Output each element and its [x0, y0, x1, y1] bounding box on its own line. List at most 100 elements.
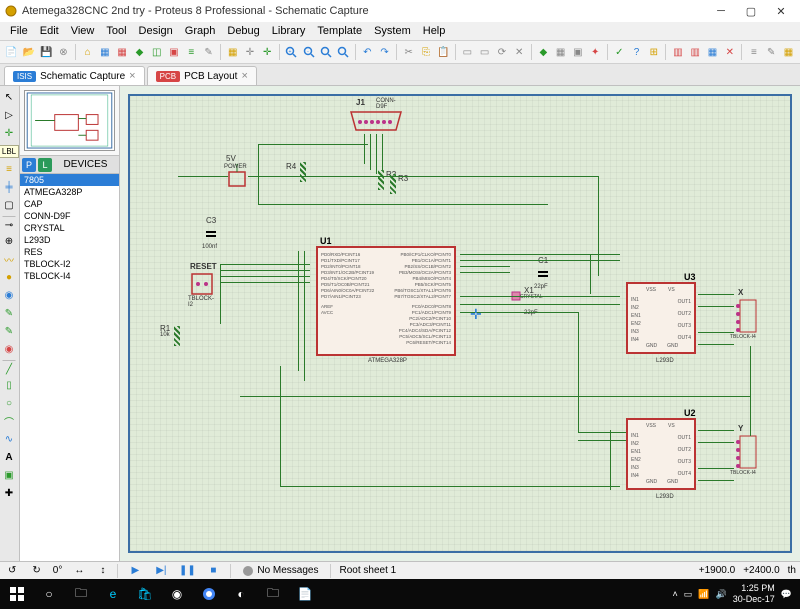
file-explorer-icon[interactable]: 🗀: [66, 581, 96, 607]
tape-icon[interactable]: ●: [2, 270, 16, 284]
device-item[interactable]: L293D: [20, 234, 119, 246]
tool-icon[interactable]: ✎: [201, 43, 216, 61]
tab-pcb-layout[interactable]: PCB PCB Layout ×: [147, 66, 257, 85]
overview-preview[interactable]: [20, 86, 119, 156]
component-c3[interactable]: C3 100nf: [206, 226, 216, 242]
tab-close-icon[interactable]: ×: [129, 70, 135, 82]
rotate-ccw-button[interactable]: ↺: [4, 565, 20, 576]
component-r3[interactable]: R3: [390, 174, 396, 194]
netlist-icon[interactable]: ▦: [781, 43, 796, 61]
design-explorer-icon[interactable]: ▣: [166, 43, 181, 61]
component-r1[interactable]: R1 10k: [174, 326, 180, 346]
block-copy-icon[interactable]: ▭: [460, 43, 475, 61]
device-item[interactable]: 7805: [20, 174, 119, 186]
paste-icon[interactable]: 📋: [436, 43, 451, 61]
battery-icon[interactable]: ▭: [684, 589, 693, 600]
flip-v-button[interactable]: ↕: [96, 565, 109, 576]
rotate-cw-button[interactable]: ↻: [28, 565, 44, 576]
copy-icon[interactable]: ⎘: [418, 43, 433, 61]
junction-mode-icon[interactable]: ✛: [2, 126, 16, 140]
selection-mode-icon[interactable]: ↖: [2, 90, 16, 104]
systray[interactable]: ˄ ▭ 📶 🔊 1:25 PM 30-Dec-17 💬: [667, 583, 798, 605]
menu-library[interactable]: Library: [266, 23, 312, 39]
circle-icon[interactable]: ○: [2, 396, 16, 410]
text-icon[interactable]: A: [2, 450, 16, 464]
tab-close-icon[interactable]: ×: [241, 70, 247, 82]
close-project-icon[interactable]: ⊗: [56, 43, 71, 61]
component-y-terminal[interactable]: Y TBLOCK-I4: [734, 432, 758, 475]
undo-icon[interactable]: ↶: [360, 43, 375, 61]
menu-design[interactable]: Design: [133, 23, 179, 39]
text-script-icon[interactable]: ≡: [2, 162, 16, 176]
instruments-icon[interactable]: ◉: [2, 342, 16, 356]
pause-button[interactable]: ❚❚: [178, 564, 196, 578]
erc-icon[interactable]: ✎: [764, 43, 779, 61]
task-proteus-icon[interactable]: ◉: [162, 581, 192, 607]
decompose-icon[interactable]: ✦: [588, 43, 603, 61]
task-folder-icon[interactable]: 🗀: [258, 581, 288, 607]
device-item[interactable]: CAP: [20, 198, 119, 210]
arc-icon[interactable]: ⌒: [2, 414, 16, 428]
cut-icon[interactable]: ✂: [401, 43, 416, 61]
flip-h-button[interactable]: ↔: [70, 565, 88, 576]
menu-debug[interactable]: Debug: [221, 23, 265, 39]
edge-icon[interactable]: e: [98, 581, 128, 607]
save-icon[interactable]: 💾: [39, 43, 54, 61]
wifi-icon[interactable]: 📶: [698, 589, 709, 600]
volume-icon[interactable]: 🔊: [716, 589, 727, 600]
open-icon[interactable]: 📂: [21, 43, 36, 61]
component-5v[interactable]: 5V POWER: [228, 164, 246, 191]
home-icon[interactable]: ⌂: [80, 43, 95, 61]
component-reset[interactable]: RESET TBLOCK-I2: [190, 272, 214, 299]
generator-icon[interactable]: ◉: [2, 288, 16, 302]
search-icon[interactable]: ?: [629, 43, 644, 61]
menu-view[interactable]: View: [65, 23, 101, 39]
close-button[interactable]: ✕: [766, 1, 796, 21]
cortana-icon[interactable]: ○: [34, 581, 64, 607]
wire-autorouter-icon[interactable]: ✓: [612, 43, 627, 61]
3d-icon[interactable]: ◆: [132, 43, 147, 61]
library-button[interactable]: L: [38, 158, 52, 172]
menu-edit[interactable]: Edit: [34, 23, 65, 39]
component-u2[interactable]: U2 L293D VSSVS IN1IN2EN1EN2IN3IN4 OUT1OU…: [626, 418, 696, 490]
device-item[interactable]: TBLOCK-I4: [20, 270, 119, 282]
device-item[interactable]: CONN-D9F: [20, 210, 119, 222]
zoom-fit-icon[interactable]: [318, 43, 333, 61]
schematic-canvas[interactable]: J1 CONN-D9F 5V POWER R4 R2: [120, 86, 800, 561]
task-word-icon[interactable]: 📄: [290, 581, 320, 607]
block-rotate-icon[interactable]: ⟳: [494, 43, 509, 61]
component-u3[interactable]: U3 L293D VSSVS IN1IN2EN1EN2IN3IN4 OUT1OU…: [626, 282, 696, 354]
make-icon[interactable]: ▦: [553, 43, 568, 61]
schematic-icon[interactable]: ▦: [97, 43, 112, 61]
task-app-icon[interactable]: ◐: [226, 581, 256, 607]
symbol-icon[interactable]: ▣: [2, 468, 16, 482]
zoom-child-icon[interactable]: ▦: [705, 43, 720, 61]
menu-graph[interactable]: Graph: [179, 23, 222, 39]
new-sheet-icon[interactable]: ▥: [670, 43, 685, 61]
minimize-button[interactable]: ─: [706, 1, 736, 21]
task-chrome-icon[interactable]: [194, 581, 224, 607]
device-item[interactable]: TBLOCK-I2: [20, 258, 119, 270]
terminal-icon[interactable]: ⊸: [2, 216, 16, 230]
origin-icon[interactable]: ✛: [242, 43, 257, 61]
clock[interactable]: 1:25 PM 30-Dec-17: [733, 583, 775, 605]
graph-icon[interactable]: 〰: [2, 252, 16, 266]
stop-button[interactable]: ■: [204, 564, 222, 578]
play-button[interactable]: ▶: [126, 564, 144, 578]
step-button[interactable]: ▶|: [152, 564, 170, 578]
menu-file[interactable]: File: [4, 23, 34, 39]
store-icon[interactable]: 🛍: [130, 581, 160, 607]
tab-schematic-capture[interactable]: ISIS Schematic Capture ×: [4, 66, 145, 85]
menu-help[interactable]: Help: [417, 23, 452, 39]
probe-i-icon[interactable]: ✎: [2, 324, 16, 338]
component-u1[interactable]: U1 ATMEGA328P PD0/RXD/PCINT16PD1/TXD/PCI…: [316, 246, 456, 356]
bom-tool-icon[interactable]: ≡: [746, 43, 761, 61]
component-mode-icon[interactable]: ▷: [2, 108, 16, 122]
tray-up-icon[interactable]: ˄: [673, 589, 678, 599]
zoom-in-icon[interactable]: +: [284, 43, 299, 61]
center-icon[interactable]: ✛: [260, 43, 275, 61]
device-item[interactable]: ATMEGA328P: [20, 186, 119, 198]
messages-indicator[interactable]: No Messages: [239, 565, 322, 576]
remove-sheet-icon[interactable]: ▥: [688, 43, 703, 61]
component-j1[interactable]: J1 CONN-D9F: [346, 110, 406, 137]
